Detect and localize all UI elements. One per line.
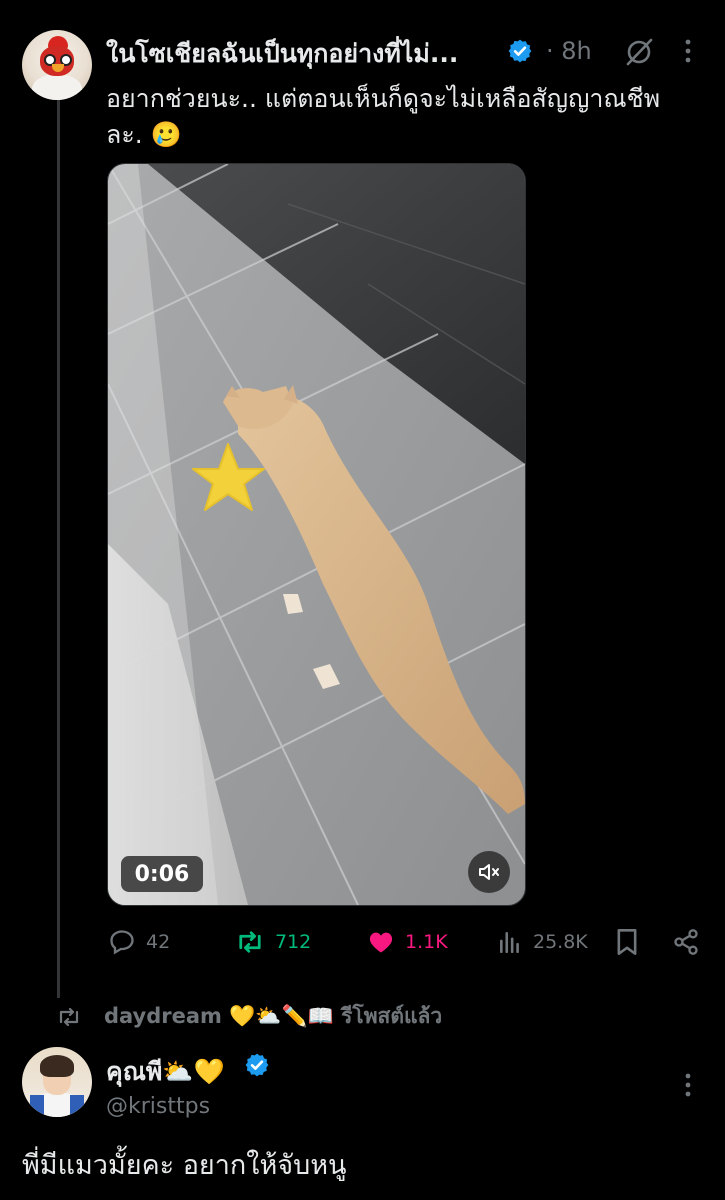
mute-icon[interactable] xyxy=(468,851,510,893)
verified-badge-icon xyxy=(244,1052,270,1082)
verified-badge-icon xyxy=(507,38,533,68)
like-button[interactable]: 1.1K xyxy=(367,928,448,956)
repost-button[interactable]: 712 xyxy=(235,928,311,956)
post-time[interactable]: · 8h xyxy=(546,37,592,65)
views-button[interactable]: 25.8K xyxy=(497,928,588,956)
reply-count: 42 xyxy=(146,931,171,953)
repost-context-text: daydream 💛⛅✏️📖 รีโพสต์แล้ว xyxy=(104,1004,443,1028)
share-button[interactable] xyxy=(672,928,710,956)
reply-author-avatar[interactable] xyxy=(22,1047,92,1117)
grok-slash-icon[interactable] xyxy=(624,37,654,71)
author-name[interactable]: ในโซเชียลฉันเป็นทุกอย่างที่ไม่... xyxy=(106,34,458,74)
views-icon xyxy=(500,932,519,954)
repost-icon xyxy=(239,931,261,953)
reply-handle[interactable]: @kristtps xyxy=(106,1094,210,1119)
like-count: 1.1K xyxy=(405,931,448,953)
view-count: 25.8K xyxy=(533,931,588,953)
more-icon[interactable] xyxy=(682,38,694,68)
heart-icon xyxy=(369,932,393,953)
bookmark-button[interactable] xyxy=(615,928,649,956)
post-text: อยากช่วยนะ.. แต่ตอนเห็นก็ดูจะไม่เหลือสัญ… xyxy=(106,84,661,149)
author-avatar[interactable] xyxy=(22,30,92,100)
thread-line xyxy=(57,100,60,998)
video-frame xyxy=(108,164,525,905)
reply-button[interactable]: 42 xyxy=(108,928,170,956)
post-actions: 42 712 1.1K 25.8K xyxy=(0,920,725,964)
repost-icon xyxy=(59,1007,79,1026)
repost-context[interactable]: daydream 💛⛅✏️📖 รีโพสต์แล้ว xyxy=(56,1000,442,1033)
bookmark-icon xyxy=(617,929,637,955)
repost-count: 712 xyxy=(275,931,312,953)
more-icon[interactable] xyxy=(682,1072,694,1102)
share-icon xyxy=(674,929,698,955)
video-duration: 0:06 xyxy=(121,856,203,892)
reply-text: พี่มีแมวมั้ยคะ อยากให้จับหนู xyxy=(22,1150,347,1181)
reply-author-name[interactable]: คุณพี⛅💛 xyxy=(106,1052,225,1092)
reply-icon xyxy=(110,930,134,955)
video-player[interactable]: 0:06 xyxy=(107,163,526,906)
